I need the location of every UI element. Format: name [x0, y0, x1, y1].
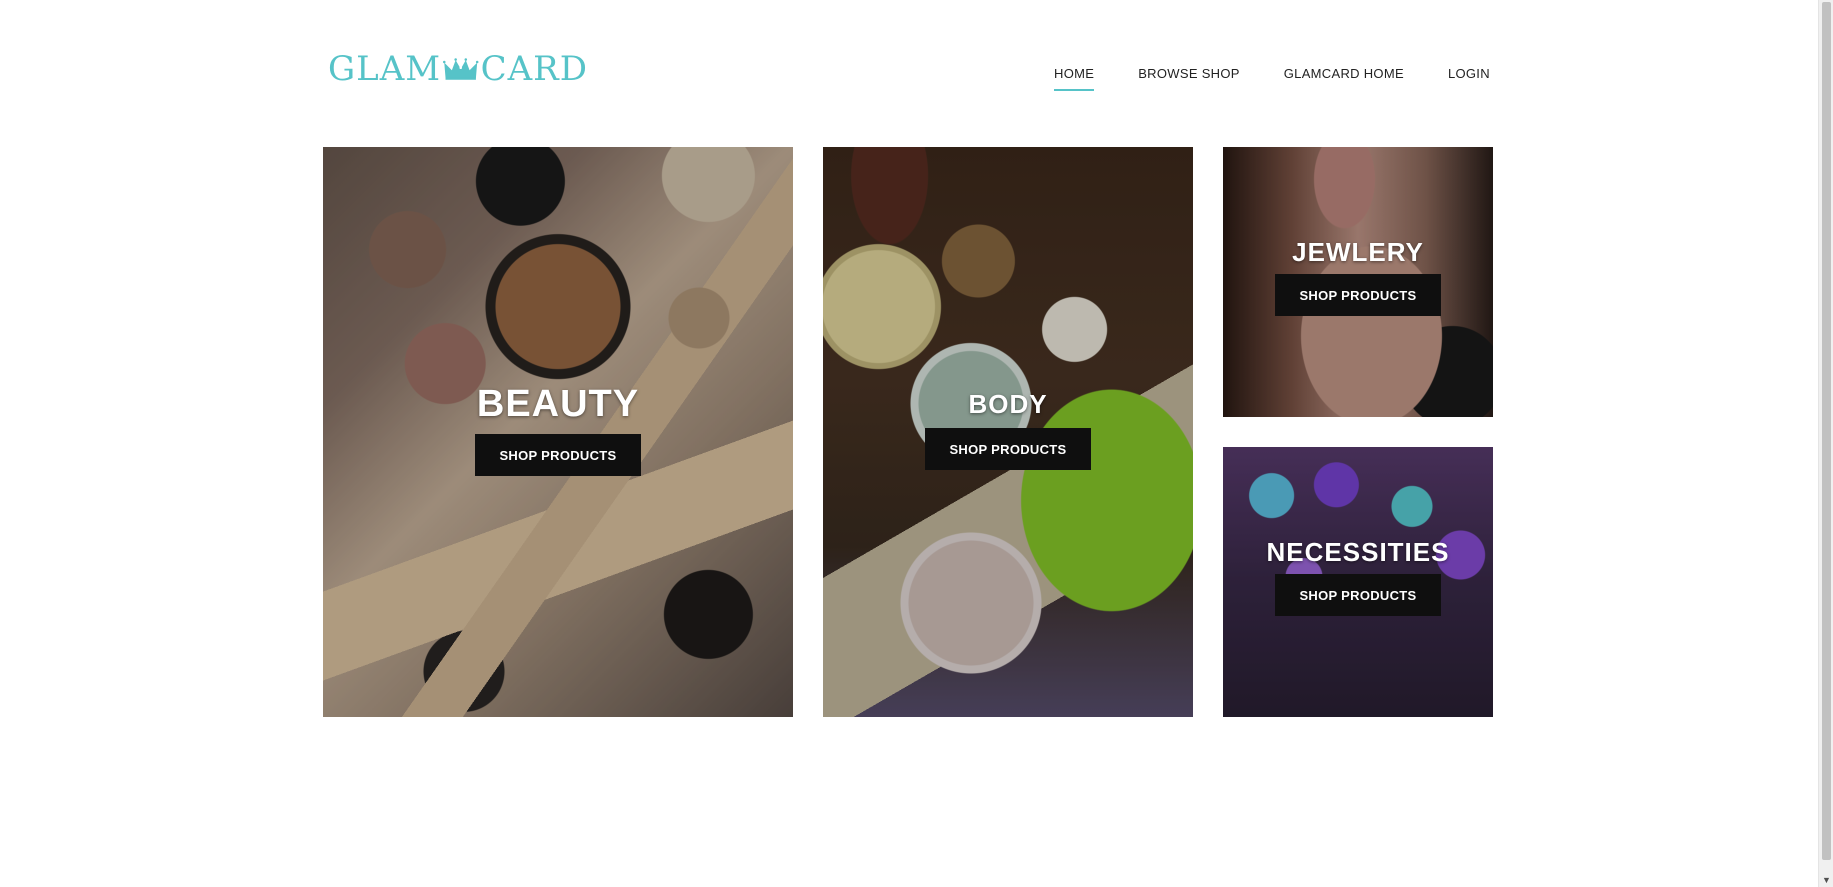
beauty-shop-products-button[interactable]: SHOP PRODUCTS	[475, 434, 641, 476]
site-header: GLAM CARD HOME BROWSE SHOP GLAMCARD HOME…	[0, 0, 1818, 140]
necessities-title: NECESSITIES	[1266, 537, 1450, 567]
jewlery-shop-products-button[interactable]: SHOP PRODUCTS	[1275, 274, 1441, 316]
nav-item-home[interactable]: HOME	[1054, 66, 1095, 91]
beauty-title: BEAUTY	[476, 383, 640, 425]
crown-icon	[443, 58, 479, 80]
scroll-down-arrow-icon[interactable]: ▼	[1819, 872, 1833, 887]
category-tile-beauty[interactable]: BEAUTY SHOP PRODUCTS	[323, 147, 793, 717]
category-tile-necessities[interactable]: NECESSITIES SHOP PRODUCTS	[1223, 447, 1493, 717]
main-nav: HOME BROWSE SHOP GLAMCARD HOME LOGIN	[1054, 66, 1490, 91]
vertical-scrollbar[interactable]: ▼	[1818, 0, 1833, 887]
logo-text-right: CARD	[480, 49, 588, 89]
body-title: BODY	[968, 389, 1048, 419]
category-tile-jewlery[interactable]: JEWLERY SHOP PRODUCTS	[1223, 147, 1493, 417]
nav-item-login[interactable]: LOGIN	[1448, 66, 1490, 91]
body-shop-products-button[interactable]: SHOP PRODUCTS	[925, 428, 1091, 470]
necessities-shop-products-button[interactable]: SHOP PRODUCTS	[1275, 574, 1441, 616]
jewlery-title: JEWLERY	[1292, 237, 1424, 267]
nav-item-glamcard-home[interactable]: GLAMCARD HOME	[1284, 66, 1404, 91]
scrollbar-thumb[interactable]	[1822, 2, 1831, 860]
category-tile-body[interactable]: BODY SHOP PRODUCTS	[823, 147, 1193, 717]
glamcard-logo[interactable]: GLAM CARD	[328, 48, 588, 90]
logo-text-left: GLAM	[328, 49, 442, 89]
nav-item-browse-shop[interactable]: BROWSE SHOP	[1138, 66, 1240, 91]
